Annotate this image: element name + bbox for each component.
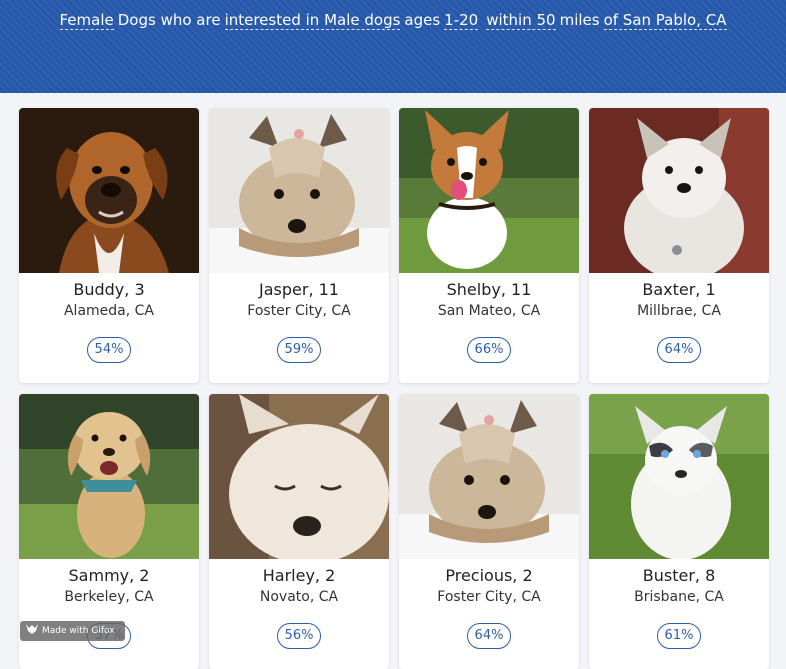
interest-filter[interactable]: interested in Male dogs — [224, 11, 401, 30]
location-filter[interactable]: of San Pablo, CA — [603, 11, 727, 30]
match-percentage-badge: 59% — [277, 337, 321, 363]
dog-name: Jasper, 11 — [259, 280, 339, 299]
dog-location: San Mateo, CA — [437, 303, 541, 319]
husky-puppy-photo[interactable] — [589, 394, 769, 559]
dog-name: Buddy, 3 — [73, 280, 145, 299]
match-percentage-badge: 64% — [467, 623, 511, 649]
match-percentage-badge: 66% — [467, 337, 511, 363]
gifox-logo-icon — [26, 624, 38, 634]
match-percentage-badge: 61% — [657, 623, 701, 649]
dog-card[interactable]: Baxter, 1 Millbrae, CA 64% — [589, 108, 769, 383]
match-percentage-badge: 56% — [277, 623, 321, 649]
yorkie-photo[interactable] — [399, 394, 579, 559]
dog-card[interactable]: Precious, 2 Foster City, CA 64% — [399, 394, 579, 669]
yorkie-photo[interactable] — [209, 108, 389, 273]
match-percentage-badge: 64% — [657, 337, 701, 363]
dog-card[interactable]: Buster, 8 Brisbane, CA 61% — [589, 394, 769, 669]
gifox-watermark: Made with Gifox — [20, 621, 125, 641]
dog-location: Novato, CA — [259, 589, 339, 605]
dog-card[interactable]: Shelby, 11 San Mateo, CA 66% — [399, 108, 579, 383]
dog-location: Millbrae, CA — [637, 303, 721, 319]
sleepy-white-dog-photo[interactable] — [209, 394, 389, 559]
match-percentage-badge: 54% — [87, 337, 131, 363]
dog-name: Baxter, 1 — [642, 280, 716, 299]
dog-location: Alameda, CA — [63, 303, 154, 319]
doodle-photo[interactable] — [19, 394, 199, 559]
dog-name: Sammy, 2 — [68, 566, 150, 585]
dog-name: Shelby, 11 — [446, 280, 532, 299]
corgi-photo[interactable] — [399, 108, 579, 273]
miles-label: miles — [559, 11, 600, 29]
dog-name: Buster, 8 — [642, 566, 716, 585]
age-range-filter[interactable]: 1-20 — [444, 11, 479, 30]
dog-card[interactable]: Harley, 2 Novato, CA 56% — [209, 394, 389, 669]
dog-location: Brisbane, CA — [634, 589, 724, 605]
dog-name: Precious, 2 — [445, 566, 533, 585]
dog-card[interactable]: Jasper, 11 Foster City, CA 59% — [209, 108, 389, 383]
boxer-photo[interactable] — [19, 108, 199, 273]
dog-location: Foster City, CA — [437, 589, 541, 605]
search-header: Female Dogs who are interested in Male dog… — [0, 0, 786, 93]
dog-name: Harley, 2 — [262, 566, 336, 585]
dog-location: Foster City, CA — [247, 303, 351, 319]
dog-card[interactable]: Buddy, 3 Alameda, CA 54% — [19, 108, 199, 383]
ages-label: ages — [404, 11, 441, 29]
search-criteria: Female Dogs who are interested in Male dog… — [0, 11, 786, 30]
distance-filter[interactable]: within 50 — [486, 11, 556, 30]
search-subject-text: Dogs who are — [117, 11, 221, 29]
watermark-text: Made with Gifox — [42, 626, 115, 636]
fluffy-dog-photo[interactable] — [589, 108, 769, 273]
dog-location: Berkeley, CA — [64, 589, 154, 605]
gender-filter[interactable]: Female — [59, 11, 114, 30]
